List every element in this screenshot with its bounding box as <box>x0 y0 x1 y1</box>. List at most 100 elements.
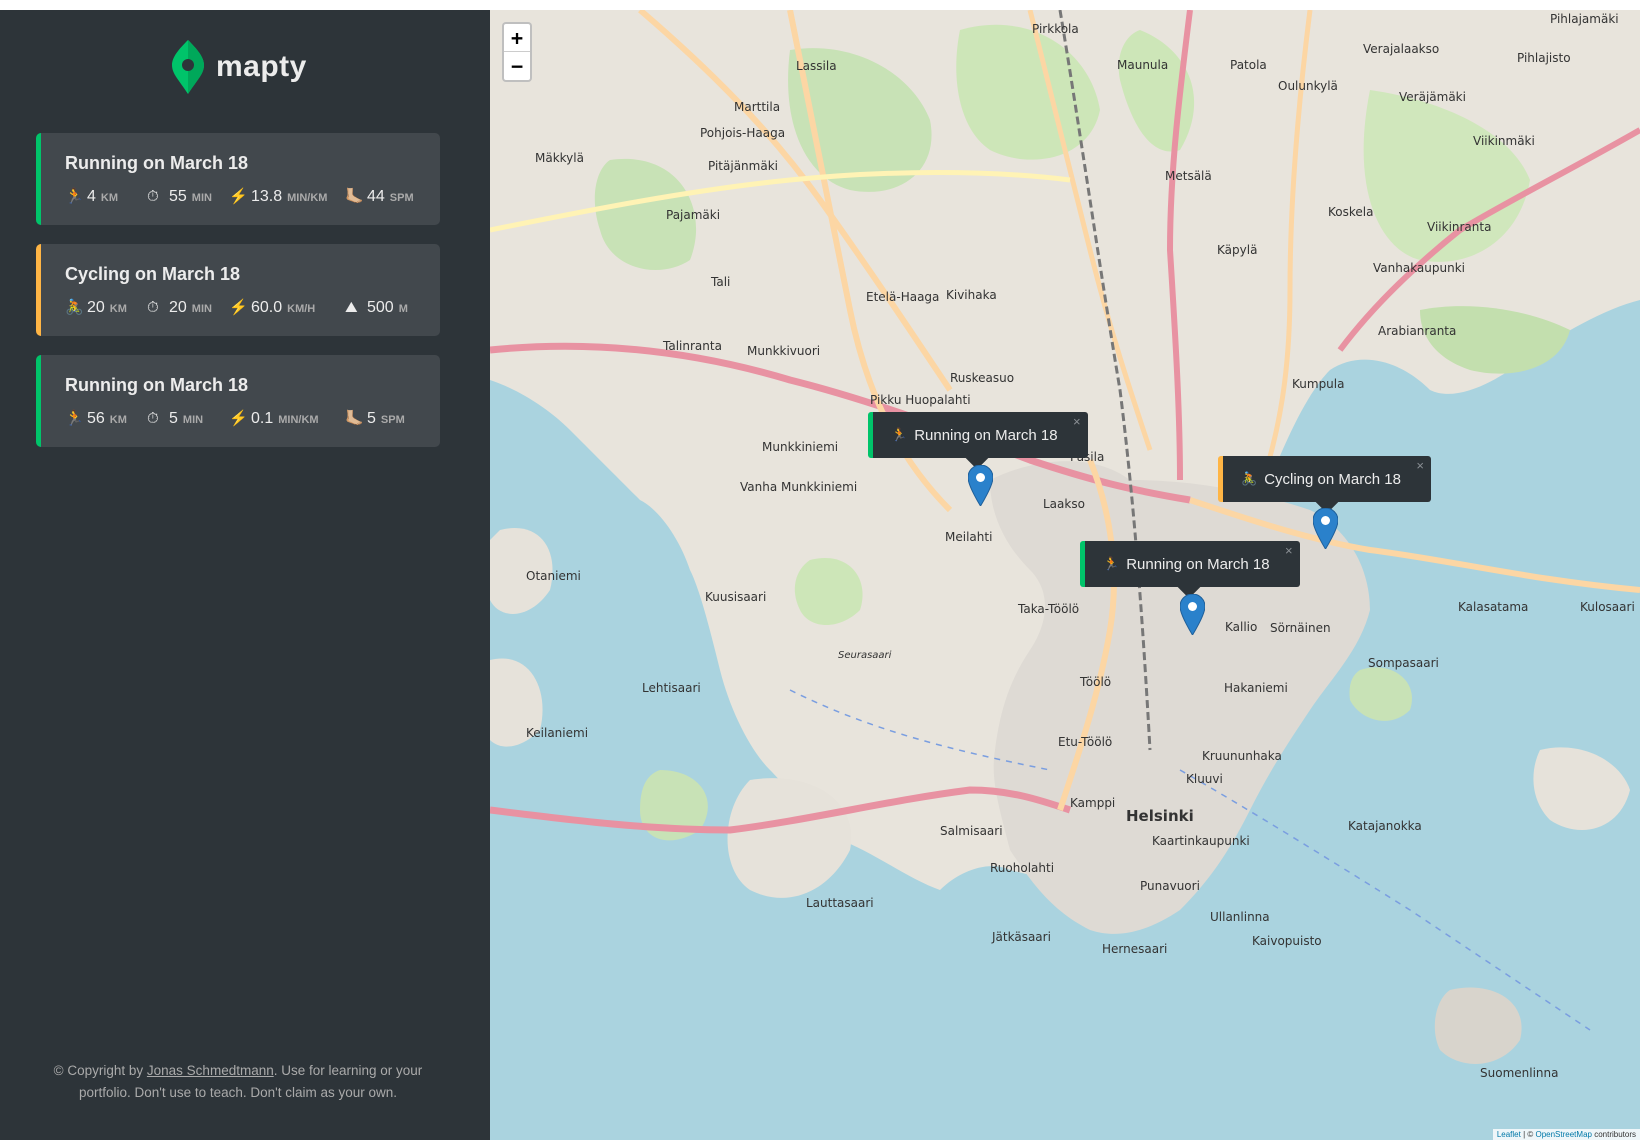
workout-details: 🏃 56 km ⏱ 5 min ⚡️ 0.1 min/km 🦶🏼 5 spm <box>65 409 425 428</box>
logo-text: mapty <box>216 50 307 83</box>
place-label: Kumpula <box>1292 377 1344 391</box>
elevation-value: 500 <box>367 299 394 316</box>
place-label: Ullanlinna <box>1210 910 1270 924</box>
lightning-icon: ⚡️ <box>229 188 248 205</box>
place-label: Kaartinkaupunki <box>1152 834 1250 848</box>
place-label: Hernesaari <box>1102 942 1167 956</box>
cyclist-icon: 🚴 <box>1241 471 1258 486</box>
pace-unit: min/km <box>287 192 328 204</box>
osm-link[interactable]: OpenStreetMap <box>1535 1130 1591 1139</box>
attribution-sep: | © <box>1520 1130 1536 1139</box>
place-label: Punavuori <box>1140 879 1200 893</box>
workout-pace: ⚡️ 13.8 min/km <box>229 187 345 206</box>
workout-duration: ⏱ 55 min <box>147 188 229 206</box>
workout-speed: ⚡️ 60.0 km/h <box>229 298 345 317</box>
cadence-value: 5 <box>367 410 376 427</box>
place-label: Verajalaakso <box>1363 42 1439 56</box>
pace-unit: min/km <box>278 414 319 426</box>
workout-elevation: ⛰ 500 m <box>345 299 408 317</box>
map-marker-icon[interactable] <box>968 465 993 506</box>
duration-unit: min <box>191 303 212 315</box>
map[interactable]: Helsinki Pasila Kallio Sörnäinen Hakanie… <box>490 10 1640 1140</box>
runner-icon: 🏃 <box>1103 556 1120 571</box>
foot-icon: 🦶🏼 <box>345 188 364 205</box>
workout-card[interactable]: Running on March 18 🏃 4 km ⏱ 55 min ⚡️ 13.8 mi… <box>36 133 440 225</box>
map-attribution: Leaflet | © OpenStreetMap contributors <box>1492 1129 1640 1140</box>
distance-value: 56 <box>87 410 105 427</box>
workout-popup[interactable]: 🏃 Running on March 18 × <box>1080 541 1300 599</box>
place-label: Helsinki <box>1126 807 1194 825</box>
place-label: Lauttasaari <box>806 896 874 910</box>
map-marker-icon[interactable] <box>1180 594 1205 635</box>
place-label: Oulunkylä <box>1278 79 1338 93</box>
leaflet-link[interactable]: Leaflet <box>1497 1130 1521 1139</box>
copyright: © Copyright by Jonas Schmedtmann. Use fo… <box>40 1060 436 1104</box>
stopwatch-icon: ⏱ <box>147 188 159 205</box>
speed-unit: km/h <box>287 303 316 315</box>
workout-popup[interactable]: 🏃 Running on March 18 × <box>868 412 1088 470</box>
workout-details: 🚴 20 km ⏱ 20 min ⚡️ 60.0 km/h ⛰ 500 m <box>65 298 425 317</box>
duration-value: 5 <box>169 410 178 427</box>
close-icon[interactable]: × <box>1073 414 1081 429</box>
distance-unit: km <box>100 192 119 204</box>
place-label: Viikinranta <box>1427 220 1491 234</box>
map-marker-icon[interactable] <box>1313 508 1338 549</box>
popup-label: Cycling on March 18 <box>1264 470 1401 488</box>
place-label: Munkkivuori <box>747 344 820 358</box>
place-label: Kaivopuisto <box>1252 934 1322 948</box>
zoom-out-button[interactable]: − <box>504 52 530 80</box>
zoom-in-button[interactable]: + <box>504 24 530 52</box>
runner-icon: 🏃 <box>891 427 908 442</box>
duration-value: 20 <box>169 299 187 316</box>
place-label: Taka-Töölö <box>1017 602 1079 616</box>
stopwatch-icon: ⏱ <box>147 410 159 427</box>
place-label: Kivihaka <box>946 288 997 302</box>
workout-card[interactable]: Cycling on March 18 🚴 20 km ⏱ 20 min ⚡️ 60.0 k… <box>36 244 440 336</box>
place-label: Kuusisaari <box>705 590 766 604</box>
place-label: Ruoholahti <box>990 861 1054 875</box>
place-label: Kamppi <box>1070 796 1115 810</box>
place-label: Pikku Huopalahti <box>870 393 971 407</box>
place-label: Maunula <box>1117 58 1168 72</box>
place-label: Kalasatama <box>1458 600 1528 614</box>
distance-unit: km <box>109 303 127 315</box>
close-icon[interactable]: × <box>1285 543 1293 558</box>
place-label: Hakaniemi <box>1224 681 1288 695</box>
elevation-unit: m <box>398 303 408 315</box>
workout-card[interactable]: Running on March 18 🏃 56 km ⏱ 5 min ⚡️ 0.1 min… <box>36 355 440 447</box>
sidebar: mapty Running on March 18 🏃 4 km ⏱ 55 min ⚡️… <box>0 10 490 1140</box>
place-label: Kruununhaka <box>1202 749 1282 763</box>
place-label: Vanhakaupunki <box>1373 261 1465 275</box>
place-label: Viikinmäki <box>1473 134 1535 148</box>
place-label: Pirkkola <box>1032 22 1079 36</box>
place-label: Keilaniemi <box>526 726 588 740</box>
place-label: Otaniemi <box>526 569 581 583</box>
popup-label: Running on March 18 <box>914 426 1058 444</box>
workout-title: Running on March 18 <box>65 375 249 395</box>
map-tiles[interactable]: Helsinki Pasila Kallio Sörnäinen Hakanie… <box>490 10 1640 1140</box>
place-label: Töölö <box>1079 675 1111 689</box>
close-icon[interactable]: × <box>1416 458 1424 473</box>
place-label: Pihlajamäki <box>1550 12 1619 26</box>
place-label: Salmisaari <box>940 824 1003 838</box>
runner-icon: 🏃 <box>65 188 84 205</box>
workout-duration: ⏱ 20 min <box>147 299 229 317</box>
place-label: Mäkkylä <box>535 151 584 165</box>
author-link[interactable]: Jonas Schmedtmann <box>147 1063 274 1078</box>
mountain-icon: ⛰ <box>345 299 358 316</box>
workout-popup[interactable]: 🚴 Cycling on March 18 × <box>1218 456 1431 514</box>
app: mapty Running on March 18 🏃 4 km ⏱ 55 min ⚡️… <box>0 10 1640 1140</box>
place-label: Sompasaari <box>1368 656 1439 670</box>
logo: mapty <box>172 40 307 94</box>
place-label: Kallio <box>1225 620 1257 634</box>
place-label: Pitäjänmäki <box>708 159 778 173</box>
place-label: Sörnäinen <box>1270 621 1331 635</box>
place-label: Pohjois-Haaga <box>700 126 785 140</box>
place-label: Koskela <box>1328 205 1373 219</box>
place-label: Kluuvi <box>1186 772 1223 786</box>
place-label: Lehtisaari <box>642 681 701 695</box>
distance-value: 20 <box>87 299 105 316</box>
place-label: Tali <box>710 275 730 289</box>
place-label: Veräjämäki <box>1399 90 1466 104</box>
place-label: Käpylä <box>1217 243 1257 257</box>
